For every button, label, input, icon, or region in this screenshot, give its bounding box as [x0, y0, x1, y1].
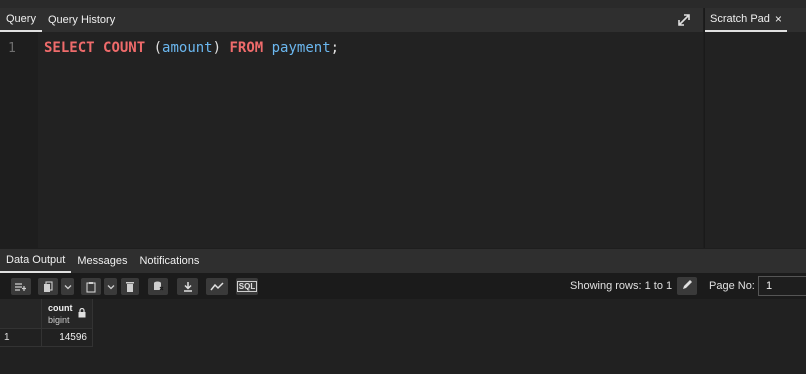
page-number-input[interactable]	[758, 276, 806, 296]
graph-visualiser-button[interactable]	[206, 278, 228, 295]
showing-rows-label: Showing rows: 1 to 1	[570, 280, 673, 292]
download-button[interactable]	[177, 278, 198, 295]
tab-messages[interactable]: Messages	[71, 249, 133, 273]
row-number[interactable]: 1	[0, 329, 42, 347]
add-row-button[interactable]	[11, 278, 31, 295]
table-payment: payment	[271, 40, 331, 56]
copy-icon	[43, 280, 53, 293]
clipboard-icon	[86, 281, 96, 293]
result-grid: count bigint 1 14596	[0, 299, 806, 374]
keyword-from: FROM	[229, 40, 264, 56]
chevron-down-icon	[107, 284, 115, 290]
save-data-button[interactable]	[148, 278, 168, 295]
scratch-pad-area[interactable]	[704, 32, 806, 248]
line-gutter: 1	[0, 32, 38, 248]
copy-button[interactable]	[38, 278, 58, 295]
column-type: bigint	[48, 315, 70, 325]
pencil-icon	[681, 279, 693, 294]
grid-corner[interactable]	[0, 299, 42, 329]
table-cell[interactable]: 14596	[42, 329, 93, 347]
tab-notifications[interactable]: Notifications	[133, 249, 205, 273]
chevron-down-icon	[64, 284, 72, 290]
sql-button[interactable]: SQL	[236, 278, 258, 295]
paste-button[interactable]	[81, 278, 101, 295]
edit-rows-button[interactable]	[677, 277, 697, 295]
delete-button[interactable]	[121, 278, 139, 295]
tab-query[interactable]: Query	[0, 8, 42, 32]
add-row-icon	[14, 282, 28, 292]
column-name: count	[48, 303, 73, 313]
trash-icon	[126, 281, 134, 292]
copy-options-button[interactable]	[61, 278, 74, 295]
tab-data-output[interactable]: Data Output	[0, 249, 72, 273]
page-number-label: Page No:	[709, 280, 755, 292]
semicolon: ;	[330, 40, 340, 56]
lock-icon	[78, 307, 86, 321]
sql-icon: SQL	[236, 281, 258, 292]
scratch-pad-tab-bar: Scratch Pad ×	[704, 8, 806, 32]
keyword-select: SELECT	[44, 40, 95, 56]
tab-query-history[interactable]: Query History	[42, 8, 121, 32]
keyword-count: COUNT	[103, 40, 146, 56]
line-number: 1	[8, 41, 16, 56]
save-data-icon	[153, 281, 164, 292]
column-amount: amount	[162, 40, 213, 56]
download-icon	[183, 281, 193, 292]
top-border	[0, 0, 806, 8]
line-chart-icon	[210, 282, 224, 291]
scratch-pad-label: Scratch Pad	[710, 13, 770, 25]
expand-icon[interactable]	[677, 13, 691, 27]
column-header-count[interactable]: count bigint	[42, 299, 93, 329]
sql-editor[interactable]: 1 SELECT COUNT (amount) FROM payment;	[0, 32, 703, 248]
paste-options-button[interactable]	[104, 278, 117, 295]
output-tab-bar: Data Output Messages Notifications	[0, 249, 806, 273]
query-tab-bar: Query Query History	[0, 8, 703, 32]
paren-close: )	[212, 40, 230, 56]
data-output-toolbar: SQL Showing rows: 1 to 1 Page No:	[0, 273, 806, 299]
close-icon[interactable]: ×	[775, 12, 782, 26]
tab-scratch-pad[interactable]: Scratch Pad ×	[705, 8, 787, 32]
paren-open: (	[145, 40, 163, 56]
sql-code[interactable]: SELECT COUNT (amount) FROM payment;	[44, 40, 339, 56]
